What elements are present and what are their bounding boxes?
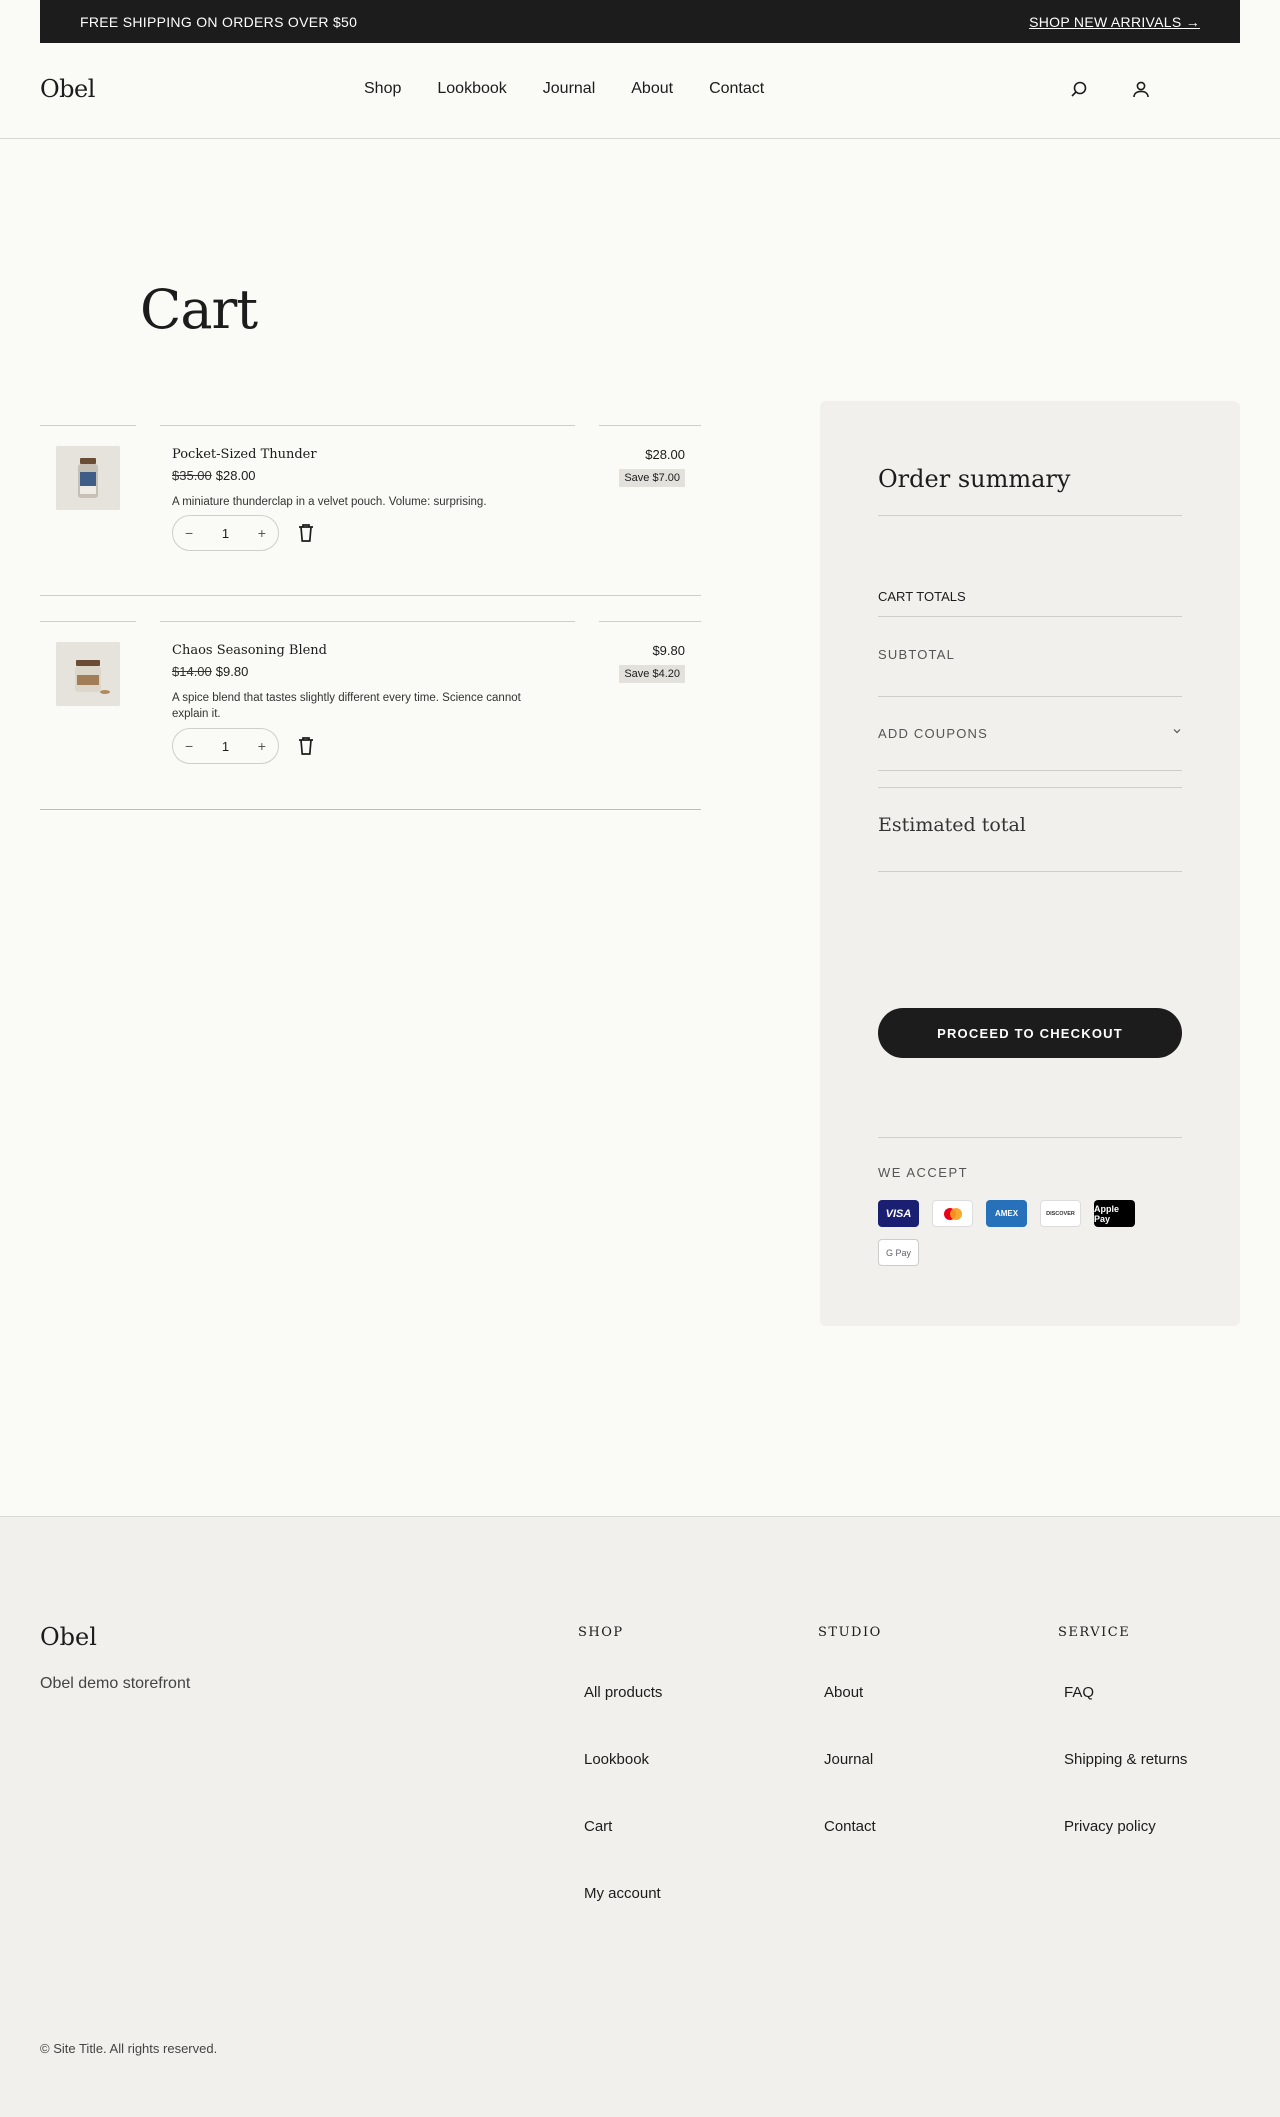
- nav-journal[interactable]: Journal: [543, 80, 595, 98]
- jar-image: [56, 642, 120, 706]
- estimated-total-label: Estimated total: [878, 814, 1026, 836]
- increase-quantity-button[interactable]: +: [258, 525, 266, 541]
- footer-link-contact[interactable]: Contact: [824, 1818, 876, 1835]
- footer-link-about[interactable]: About: [824, 1684, 863, 1701]
- cart-line-item: Pocket-Sized Thunder $35.00 $28.00 A mini…: [40, 425, 701, 596]
- proceed-to-checkout-button[interactable]: PROCEED TO CHECKOUT: [878, 1008, 1182, 1058]
- amex-icon: AMEX: [986, 1200, 1027, 1227]
- product-description: A miniature thunderclap in a velvet pouc…: [172, 496, 487, 508]
- discover-icon: DISCOVER: [1040, 1200, 1081, 1227]
- footer-link-lookbook[interactable]: Lookbook: [584, 1751, 649, 1768]
- trash-icon[interactable]: [297, 523, 315, 543]
- product-name[interactable]: Chaos Seasoning Blend: [172, 643, 327, 658]
- main-nav: Shop Lookbook Journal About Contact: [364, 80, 764, 98]
- nav-lookbook[interactable]: Lookbook: [437, 80, 506, 98]
- site-header: Obel Shop Lookbook Journal About Contact: [0, 43, 1280, 139]
- cart-line-item: Chaos Seasoning Blend $14.00 $9.80 A spic…: [40, 621, 701, 811]
- original-price: $14.00: [172, 664, 212, 679]
- footer-link-my-account[interactable]: My account: [584, 1885, 661, 1902]
- line-total: $9.80: [652, 643, 685, 658]
- we-accept-label: WE ACCEPT: [878, 1165, 969, 1180]
- footer-logo[interactable]: Obel: [40, 1623, 97, 1651]
- footer-link-all-products[interactable]: All products: [584, 1684, 662, 1701]
- footer-link-faq[interactable]: FAQ: [1064, 1684, 1094, 1701]
- savings-badge: Save $4.20: [619, 665, 685, 683]
- product-prices: $35.00 $28.00: [172, 468, 256, 483]
- product-prices: $14.00 $9.80: [172, 664, 248, 679]
- nav-shop[interactable]: Shop: [364, 80, 401, 98]
- original-price: $35.00: [172, 468, 212, 483]
- quantity-value[interactable]: 1: [222, 739, 229, 754]
- jar-image: [56, 446, 120, 510]
- product-thumbnail[interactable]: [56, 446, 120, 510]
- product-thumbnail[interactable]: [56, 642, 120, 706]
- savings-badge: Save $7.00: [619, 469, 685, 487]
- quantity-stepper[interactable]: − 1 +: [172, 515, 279, 551]
- product-description: A spice blend that tastes slightly diffe…: [172, 692, 521, 720]
- decrease-quantity-button[interactable]: −: [185, 525, 193, 541]
- account-icon[interactable]: [1130, 79, 1152, 101]
- sale-price: $9.80: [215, 664, 249, 679]
- increase-quantity-button[interactable]: +: [258, 738, 266, 754]
- quantity-stepper[interactable]: − 1 +: [172, 728, 279, 764]
- visa-icon: VISA: [878, 1200, 919, 1227]
- order-summary-panel: Order summary CART TOTALS SUBTOTAL ADD C…: [820, 401, 1240, 1326]
- google-pay-icon: G Pay: [878, 1239, 919, 1266]
- product-name[interactable]: Pocket-Sized Thunder: [172, 447, 317, 462]
- announcement-bar: FREE SHIPPING ON ORDERS OVER $50 SHOP NE…: [40, 0, 1240, 43]
- chevron-down-icon: [1173, 729, 1181, 734]
- nav-about[interactable]: About: [631, 80, 673, 98]
- add-coupons-label: ADD COUPONS: [878, 726, 988, 741]
- mastercard-icon: [932, 1200, 973, 1227]
- site-footer: Obel Obel demo storefront SHOP All produ…: [0, 1516, 1280, 2117]
- footer-heading-studio: STUDIO: [818, 1625, 882, 1640]
- footer-link-journal[interactable]: Journal: [824, 1751, 873, 1768]
- footer-link-shipping-returns[interactable]: Shipping & returns: [1064, 1751, 1187, 1768]
- decrease-quantity-button[interactable]: −: [185, 738, 193, 754]
- footer-heading-shop: SHOP: [578, 1625, 624, 1640]
- announcement-text: FREE SHIPPING ON ORDERS OVER $50: [80, 13, 358, 30]
- nav-contact[interactable]: Contact: [709, 80, 764, 98]
- apple-pay-icon: Apple Pay: [1094, 1200, 1135, 1227]
- payment-methods-row-2: G Pay: [878, 1239, 919, 1266]
- footer-link-privacy-policy[interactable]: Privacy policy: [1064, 1818, 1156, 1835]
- copyright: © Site Title. All rights reserved.: [40, 2041, 218, 2056]
- add-coupons-toggle[interactable]: ADD COUPONS: [878, 726, 1182, 741]
- footer-heading-service: SERVICE: [1058, 1625, 1131, 1640]
- footer-link-cart[interactable]: Cart: [584, 1818, 612, 1835]
- page-title: Cart: [140, 278, 258, 341]
- shop-new-arrivals-link[interactable]: SHOP NEW ARRIVALS →: [1029, 14, 1200, 30]
- subtotal-label: SUBTOTAL: [878, 647, 956, 662]
- search-icon[interactable]: [1068, 79, 1090, 101]
- payment-methods: VISA AMEX DISCOVER Apple Pay: [878, 1200, 1135, 1227]
- trash-icon[interactable]: [297, 736, 315, 756]
- cart-totals-heading: CART TOTALS: [878, 589, 966, 604]
- order-summary-title: Order summary: [878, 465, 1071, 493]
- sale-price: $28.00: [215, 468, 256, 483]
- footer-tagline: Obel demo storefront: [40, 1675, 191, 1692]
- site-logo[interactable]: Obel: [40, 75, 95, 103]
- line-total: $28.00: [645, 447, 685, 462]
- quantity-value[interactable]: 1: [222, 526, 229, 541]
